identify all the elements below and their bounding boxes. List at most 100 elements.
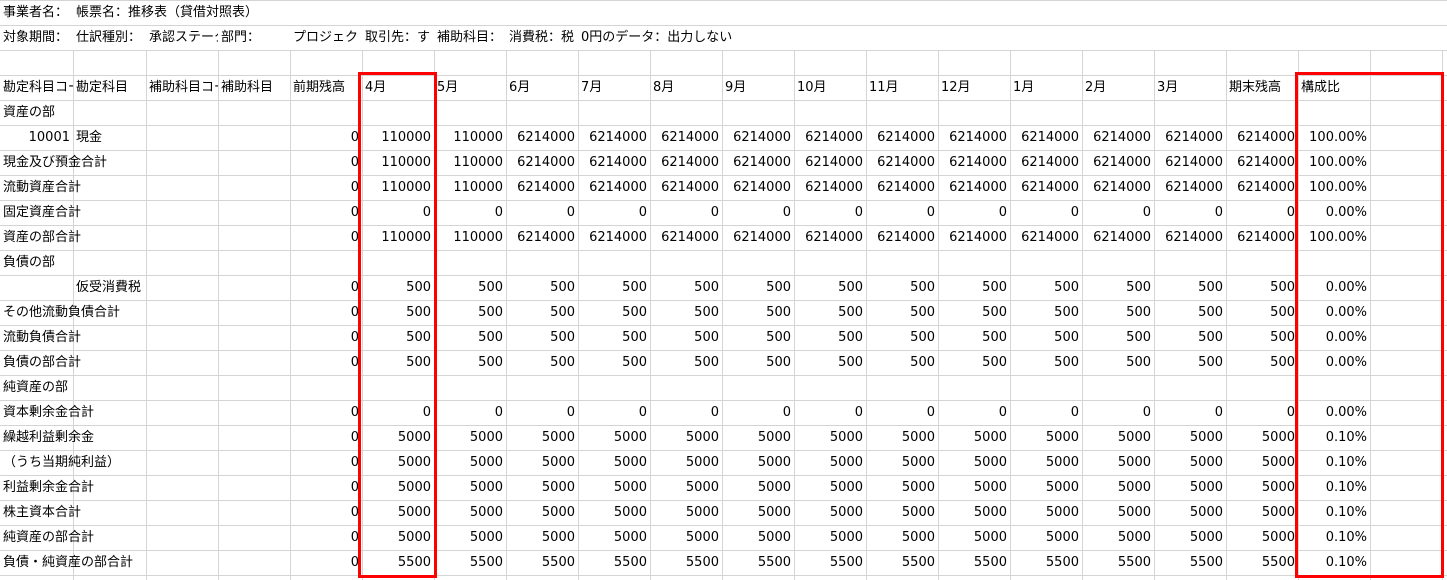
- value-cell[interactable]: 500: [434, 300, 506, 325]
- value-cell[interactable]: 0: [866, 200, 938, 225]
- value-cell[interactable]: 500: [1010, 325, 1082, 350]
- value-cell[interactable]: 6214000: [650, 175, 722, 200]
- value-cell[interactable]: 0.00%: [1298, 350, 1370, 375]
- value-cell[interactable]: 5000: [1082, 425, 1154, 450]
- value-cell[interactable]: 500: [650, 350, 722, 375]
- value-cell[interactable]: 6214000: [1082, 150, 1154, 175]
- column-header[interactable]: 勘定科目: [73, 75, 146, 100]
- row-label[interactable]: 純資産の部: [0, 375, 218, 400]
- value-cell[interactable]: 5000: [938, 425, 1010, 450]
- filter-cell[interactable]: 取引先：す: [362, 25, 434, 50]
- row-label[interactable]: 流動負債合計: [0, 325, 218, 350]
- value-cell[interactable]: 0: [434, 200, 506, 225]
- value-cell[interactable]: 500: [362, 325, 434, 350]
- value-cell[interactable]: 6214000: [578, 225, 650, 250]
- value-cell[interactable]: 100.00%: [1298, 175, 1370, 200]
- value-cell[interactable]: 500: [362, 350, 434, 375]
- value-cell[interactable]: 5500: [1082, 550, 1154, 575]
- value-cell[interactable]: 500: [938, 300, 1010, 325]
- value-cell[interactable]: 0: [290, 475, 362, 500]
- value-cell[interactable]: 5000: [578, 425, 650, 450]
- value-cell[interactable]: 500: [650, 300, 722, 325]
- value-cell[interactable]: 6214000: [506, 175, 578, 200]
- column-header[interactable]: 3月: [1154, 75, 1226, 100]
- value-cell[interactable]: 0: [290, 225, 362, 250]
- value-cell[interactable]: 500: [938, 350, 1010, 375]
- value-cell[interactable]: 500: [506, 350, 578, 375]
- column-header[interactable]: 期末残高: [1226, 75, 1298, 100]
- value-cell[interactable]: 0: [722, 400, 794, 425]
- row-label[interactable]: 流動資産合計: [0, 175, 218, 200]
- report-title[interactable]: 帳票名：推移表（貸借対照表）: [73, 0, 362, 25]
- value-cell[interactable]: 500: [434, 275, 506, 300]
- value-cell[interactable]: 500: [722, 300, 794, 325]
- value-cell[interactable]: 5000: [1154, 450, 1226, 475]
- value-cell[interactable]: 5000: [1082, 475, 1154, 500]
- value-cell[interactable]: 0: [1082, 200, 1154, 225]
- value-cell[interactable]: 0: [362, 200, 434, 225]
- value-cell[interactable]: 100.00%: [1298, 125, 1370, 150]
- value-cell[interactable]: 0: [290, 500, 362, 525]
- value-cell[interactable]: 0: [290, 325, 362, 350]
- value-cell[interactable]: 0: [290, 550, 362, 575]
- value-cell[interactable]: 5000: [1154, 500, 1226, 525]
- value-cell[interactable]: 5000: [362, 525, 434, 550]
- value-cell[interactable]: 0.10%: [1298, 525, 1370, 550]
- value-cell[interactable]: 5000: [1154, 475, 1226, 500]
- value-cell[interactable]: 0: [290, 400, 362, 425]
- value-cell[interactable]: 5000: [938, 475, 1010, 500]
- value-cell[interactable]: 6214000: [506, 125, 578, 150]
- value-cell[interactable]: 500: [434, 350, 506, 375]
- value-cell[interactable]: 6214000: [506, 225, 578, 250]
- value-cell[interactable]: 6214000: [938, 150, 1010, 175]
- spreadsheet-grid[interactable]: 事業者名：帳票名：推移表（貸借対照表）対象期間：仕訳種別：承認ステータス：部門：…: [0, 0, 1447, 580]
- value-cell[interactable]: 6214000: [722, 125, 794, 150]
- value-cell[interactable]: 0.00%: [1298, 275, 1370, 300]
- value-cell[interactable]: 500: [578, 275, 650, 300]
- value-cell[interactable]: 6214000: [1010, 225, 1082, 250]
- value-cell[interactable]: 5000: [1082, 450, 1154, 475]
- value-cell[interactable]: 5000: [1154, 525, 1226, 550]
- value-cell[interactable]: 500: [434, 325, 506, 350]
- value-cell[interactable]: 100.00%: [1298, 150, 1370, 175]
- value-cell[interactable]: 500: [866, 275, 938, 300]
- row-label[interactable]: 負債・純資産の部合計: [0, 550, 218, 575]
- value-cell[interactable]: 6214000: [1226, 125, 1298, 150]
- value-cell[interactable]: 6214000: [1154, 175, 1226, 200]
- value-cell[interactable]: 110000: [434, 125, 506, 150]
- account-name[interactable]: 現金: [73, 125, 218, 150]
- column-header[interactable]: 5月: [434, 75, 506, 100]
- value-cell[interactable]: 5000: [578, 475, 650, 500]
- value-cell[interactable]: 5000: [578, 450, 650, 475]
- value-cell[interactable]: 500: [578, 300, 650, 325]
- value-cell[interactable]: 500: [1010, 275, 1082, 300]
- row-label[interactable]: 資産の部合計: [0, 225, 218, 250]
- value-cell[interactable]: 0: [938, 200, 1010, 225]
- value-cell[interactable]: 0: [794, 200, 866, 225]
- value-cell[interactable]: 5000: [650, 425, 722, 450]
- value-cell[interactable]: 6214000: [1082, 225, 1154, 250]
- value-cell[interactable]: 5500: [1226, 550, 1298, 575]
- value-cell[interactable]: 0: [290, 300, 362, 325]
- filter-cell[interactable]: 部門：: [218, 25, 290, 50]
- value-cell[interactable]: 0: [290, 150, 362, 175]
- value-cell[interactable]: 6214000: [578, 150, 650, 175]
- column-header[interactable]: 6月: [506, 75, 578, 100]
- column-header[interactable]: 補助科目コード: [146, 75, 218, 100]
- value-cell[interactable]: 5000: [794, 475, 866, 500]
- value-cell[interactable]: 6214000: [938, 175, 1010, 200]
- value-cell[interactable]: 0: [578, 200, 650, 225]
- value-cell[interactable]: 5000: [434, 525, 506, 550]
- value-cell[interactable]: 500: [866, 350, 938, 375]
- value-cell[interactable]: 0.10%: [1298, 425, 1370, 450]
- value-cell[interactable]: 5000: [1010, 525, 1082, 550]
- value-cell[interactable]: 5000: [1082, 525, 1154, 550]
- value-cell[interactable]: 5000: [434, 450, 506, 475]
- value-cell[interactable]: 0.00%: [1298, 300, 1370, 325]
- value-cell[interactable]: 0: [578, 400, 650, 425]
- value-cell[interactable]: 500: [578, 325, 650, 350]
- value-cell[interactable]: 6214000: [938, 125, 1010, 150]
- value-cell[interactable]: 5000: [434, 425, 506, 450]
- value-cell[interactable]: 6214000: [1082, 125, 1154, 150]
- value-cell[interactable]: 5000: [1010, 450, 1082, 475]
